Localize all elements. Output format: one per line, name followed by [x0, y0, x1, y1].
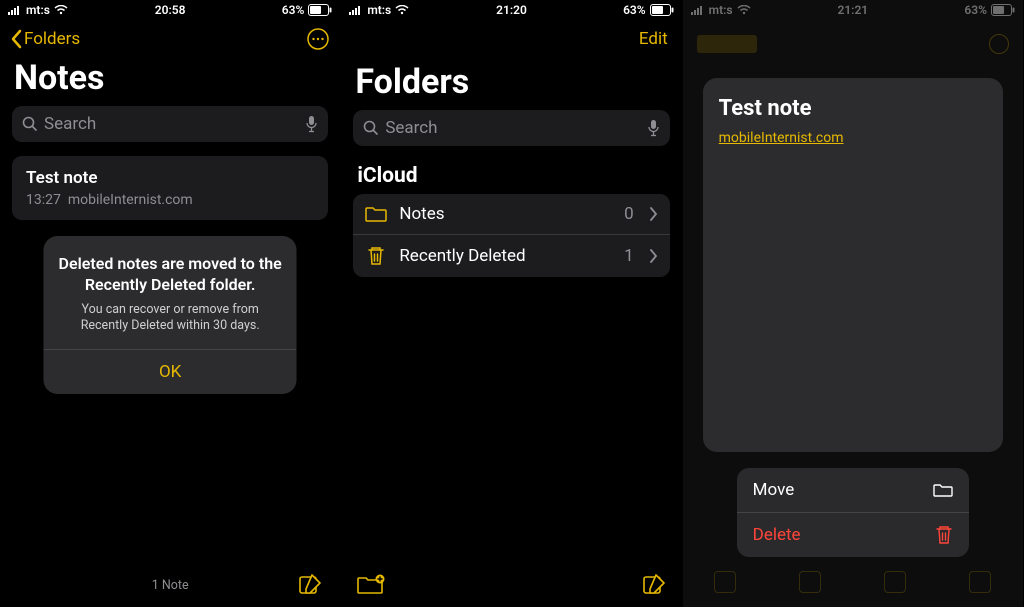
folder-count: 0 [624, 204, 634, 224]
new-folder-button[interactable] [357, 574, 385, 596]
chevron-right-icon [650, 207, 658, 221]
edit-button[interactable]: Edit [639, 29, 672, 49]
folder-icon [365, 205, 387, 223]
notes-count-label: 1 Note [152, 578, 189, 593]
folder-list: Notes 0 Recently Deleted 1 [353, 194, 669, 277]
alert-ok-button[interactable]: OK [159, 362, 181, 382]
screen-note-context-menu: mt:s 21:21 63% Test note mobileInternist… [683, 0, 1024, 607]
page-title: Folders [341, 56, 681, 110]
status-bar: mt:s 21:20 63% [341, 0, 681, 20]
menu-item-delete[interactable]: Delete [737, 512, 969, 557]
search-input[interactable]: Search [12, 106, 328, 142]
folder-icon [933, 482, 953, 498]
signal-icon [349, 5, 363, 15]
folder-label: Recently Deleted [399, 246, 612, 266]
note-row[interactable]: Test note 13:27 mobileInternist.com [12, 156, 328, 220]
alert-dialog: Deleted notes are moved to the Recently … [44, 236, 297, 394]
folder-row-notes[interactable]: Notes 0 [353, 194, 669, 234]
wifi-icon [395, 5, 409, 15]
wifi-icon [54, 5, 68, 15]
status-time: 21:20 [496, 3, 527, 17]
back-label: Folders [24, 29, 80, 49]
signal-icon [8, 5, 22, 15]
section-header-icloud: iCloud [341, 156, 681, 194]
more-button[interactable] [306, 27, 330, 51]
trash-icon [935, 525, 953, 545]
note-preview-card[interactable]: Test note mobileInternist.com [703, 78, 1003, 452]
note-title: Test note [719, 96, 987, 121]
mic-icon[interactable] [305, 115, 318, 133]
folder-label: Notes [399, 204, 612, 224]
menu-label-delete: Delete [753, 525, 801, 545]
search-icon [22, 116, 38, 132]
nav-bar: Folders [0, 20, 340, 56]
bottom-toolbar [341, 563, 681, 607]
compose-button[interactable] [642, 573, 666, 597]
folder-count: 1 [624, 246, 634, 266]
screen-folders: mt:s 21:20 63% Edit Folders Search iClou… [341, 0, 682, 607]
search-icon [363, 120, 379, 136]
compose-button[interactable] [298, 573, 322, 597]
context-menu: Move Delete [737, 468, 969, 557]
nav-bar: Edit [341, 20, 681, 56]
status-bar: mt:s 20:58 63% [0, 0, 340, 20]
chevron-right-icon [650, 249, 658, 263]
battery-percent: 63% [623, 3, 646, 17]
menu-item-move[interactable]: Move [737, 468, 969, 512]
back-button[interactable]: Folders [10, 29, 80, 49]
dimmed-toolbar [683, 563, 1023, 601]
alert-body-text: You can recover or remove from Recently … [58, 302, 283, 336]
search-placeholder: Search [385, 118, 646, 138]
folder-row-recently-deleted[interactable]: Recently Deleted 1 [353, 234, 669, 277]
menu-label-move: Move [753, 480, 795, 500]
note-link[interactable]: mobileInternist.com [719, 130, 844, 146]
bottom-toolbar: 1 Note [0, 563, 340, 607]
note-subtitle: 13:27 mobileInternist.com [26, 192, 314, 208]
carrier-label: mt:s [26, 3, 50, 17]
chevron-left-icon [10, 29, 22, 49]
dimmed-nav [697, 24, 1009, 64]
screen-notes-list: mt:s 20:58 63% Folders Notes Search [0, 0, 341, 607]
battery-percent: 63% [282, 3, 305, 17]
battery-icon [650, 4, 674, 16]
status-time: 20:58 [155, 3, 186, 17]
alert-headline: Deleted notes are moved to the Recently … [58, 254, 283, 296]
battery-icon [308, 4, 332, 16]
trash-icon [365, 245, 387, 267]
search-input[interactable]: Search [353, 110, 669, 146]
note-title: Test note [26, 168, 314, 188]
search-placeholder: Search [44, 114, 305, 134]
mic-icon[interactable] [647, 119, 660, 137]
carrier-label: mt:s [367, 3, 391, 17]
page-title: Notes [0, 56, 340, 106]
